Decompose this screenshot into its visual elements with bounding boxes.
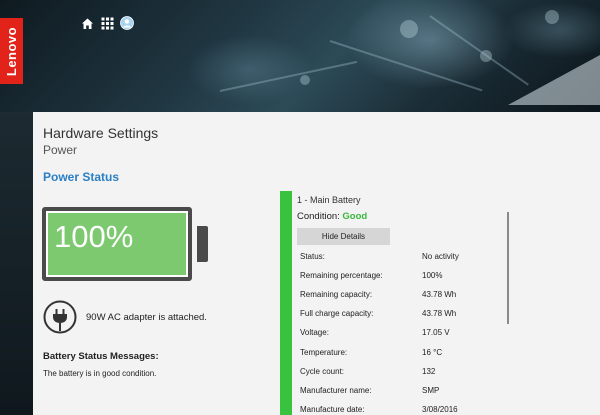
battery-status-accent-bar [280,191,292,415]
apps-grid-icon[interactable] [100,16,114,30]
detail-value: No activity [422,252,459,261]
detail-value: 3/08/2016 [422,405,458,414]
detail-label: Remaining capacity: [300,290,373,299]
detail-value: 100% [422,271,443,280]
banner-corner-triangle [508,55,600,105]
logo-text: Lenovo [4,26,20,76]
detail-value: 132 [422,367,436,376]
banner-decoration [329,40,483,92]
main-battery-title: 1 - Main Battery [297,195,361,205]
detail-label: Full charge capacity: [300,309,374,318]
page-title: Hardware Settings [43,125,159,141]
detail-label: Status: [300,252,325,261]
detail-label: Manufacture date: [300,405,365,414]
details-scrollbar[interactable] [507,212,509,324]
user-account-icon[interactable] [120,16,134,30]
battery-messages-heading: Battery Status Messages: [43,351,159,362]
detail-value: SMP [422,386,440,395]
power-plug-icon [43,300,77,334]
detail-label: Temperature: [300,348,348,357]
banner-decoration [545,10,559,24]
condition-value: Good [342,211,368,222]
section-title: Power Status [43,170,120,184]
condition-label: Condition: [297,211,340,222]
hide-details-button[interactable]: Hide Details [297,228,390,245]
banner-decoration [219,60,358,92]
banner-decoration [400,20,418,38]
main-panel: Hardware Settings Power Power Status 100… [33,112,600,415]
detail-value: 43.78 Wh [422,290,457,299]
left-background-strip [0,112,33,415]
battery-percent-label: 100% [54,219,134,254]
detail-value: 17.05 V [422,328,450,337]
detail-label: Manufacturer name: [300,386,372,395]
banner-decoration [300,75,310,85]
battery-condition: Condition: Good [297,211,367,222]
detail-label: Voltage: [300,328,329,337]
battery-gauge: 100% [42,207,192,281]
page-subtitle: Power [43,143,78,157]
lenovo-logo: Lenovo [0,18,23,84]
detail-label: Remaining percentage: [300,271,383,280]
adapter-status-text: 90W AC adapter is attached. [86,312,207,323]
battery-terminal [197,226,208,262]
home-icon[interactable] [80,16,94,30]
battery-message-text: The battery is in good condition. [43,369,157,378]
detail-value: 43.78 Wh [422,309,457,318]
detail-value: 16 °C [422,348,443,357]
top-nav-icons [80,16,134,30]
detail-label: Cycle count: [300,367,345,376]
